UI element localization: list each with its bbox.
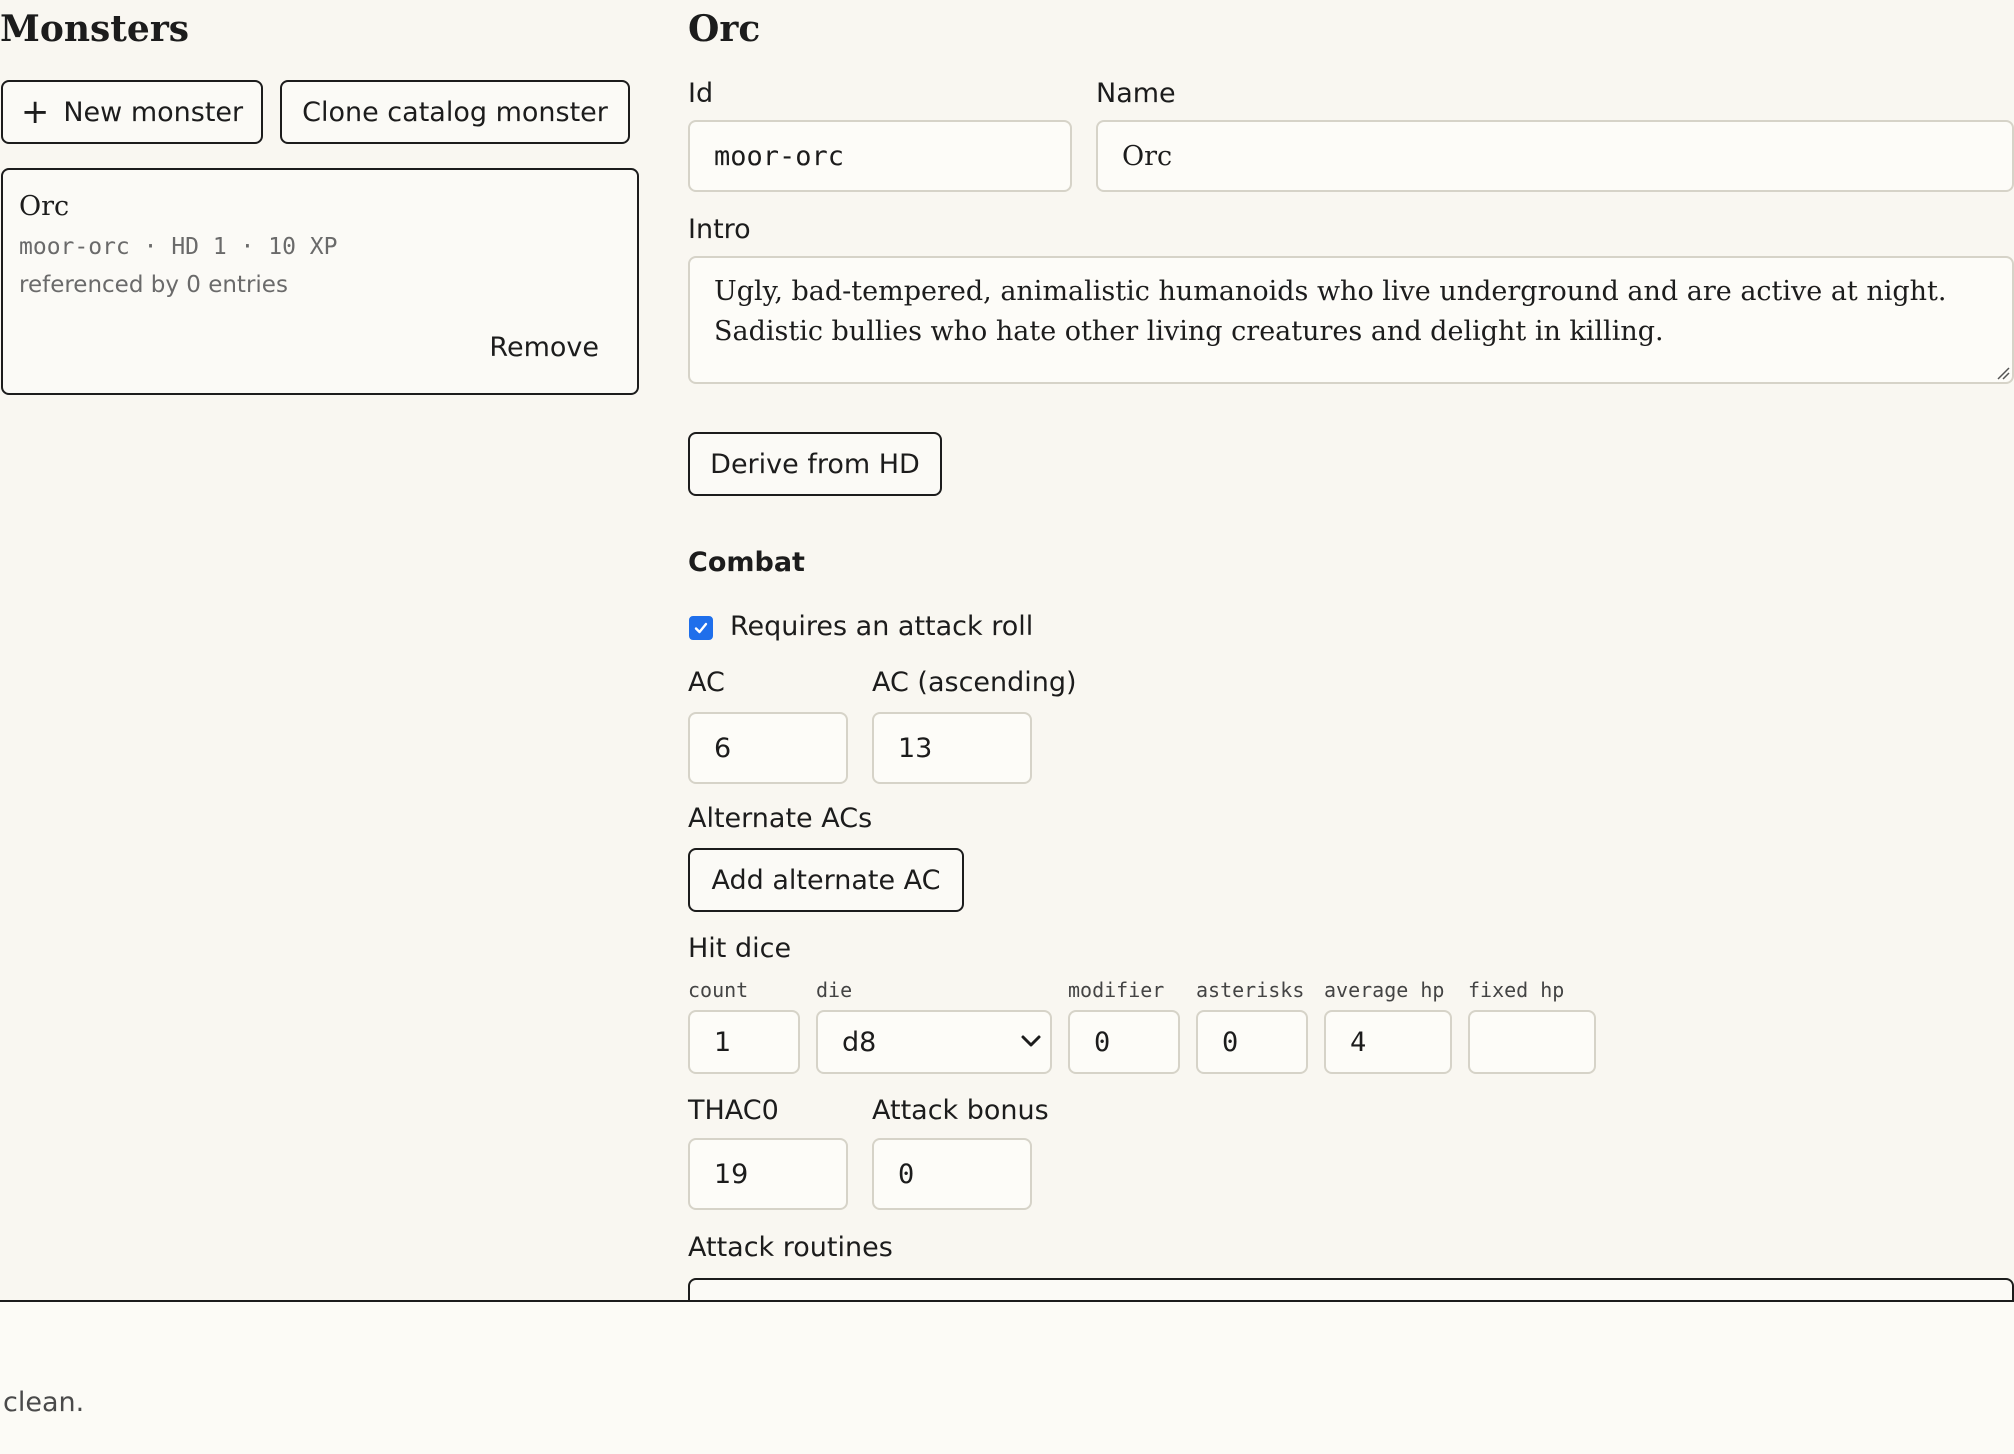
name-label: Name (1096, 78, 1176, 109)
intro-textarea[interactable]: Ugly, bad-tempered, animalistic humanoid… (688, 256, 2014, 384)
hd-modifier-input[interactable] (1068, 1010, 1180, 1074)
hd-die-label: die (816, 978, 853, 1002)
hd-asterisks-label: asterisks (1196, 978, 1305, 1002)
id-label: Id (688, 78, 714, 109)
ac-ascending-input[interactable] (872, 712, 1032, 784)
monster-name: Orc (19, 191, 70, 222)
derive-from-hd-button[interactable]: Derive from HD (688, 432, 942, 496)
hd-die-selected-value: d8 (842, 1027, 877, 1058)
status-panel: clean. (0, 1300, 2014, 1454)
ac-input[interactable] (688, 712, 848, 784)
monsters-title: Monsters (0, 8, 190, 50)
hd-asterisks-input[interactable] (1196, 1010, 1308, 1074)
attack-bonus-input[interactable] (872, 1138, 1032, 1210)
intro-label: Intro (688, 214, 751, 245)
plus-icon: + (20, 92, 50, 132)
attack-roll-checkbox[interactable] (689, 616, 713, 640)
attack-roll-label[interactable]: Requires an attack roll (730, 610, 1033, 644)
add-alternate-ac-button[interactable]: Add alternate AC (688, 848, 964, 912)
name-input[interactable] (1096, 120, 2014, 192)
hd-die-select[interactable]: d8 (816, 1010, 1052, 1074)
combat-heading: Combat (688, 547, 805, 578)
hd-fixed-hp-input[interactable] (1468, 1010, 1596, 1074)
hd-modifier-label: modifier (1068, 978, 1165, 1002)
ac-label: AC (688, 667, 725, 698)
hd-count-label: count (688, 978, 749, 1002)
ac-ascending-label: AC (ascending) (872, 667, 1077, 698)
hd-average-hp-input[interactable] (1324, 1010, 1452, 1074)
new-monster-label: New monster (63, 96, 244, 128)
hd-average-hp-label: average hp (1324, 978, 1445, 1002)
thaco-input[interactable] (688, 1138, 848, 1210)
status-text: clean. (3, 1387, 85, 1418)
checkmark-icon (694, 622, 708, 634)
attack-routines-label: Attack routines (688, 1232, 893, 1263)
alternate-acs-label: Alternate ACs (688, 803, 873, 834)
clone-catalog-monster-button[interactable]: Clone catalog monster (280, 80, 630, 144)
monster-list-item[interactable]: Orc moor-orc · HD 1 · 10 XP referenced b… (1, 168, 639, 395)
remove-monster-button[interactable]: Remove (489, 330, 599, 366)
attack-bonus-label: Attack bonus (872, 1095, 1049, 1126)
scroll-viewport[interactable]: Monsters + New monster Clone catalog mon… (0, 0, 2014, 1300)
hd-count-input[interactable] (688, 1010, 800, 1074)
hd-fixed-hp-label: fixed hp (1468, 978, 1565, 1002)
chevron-down-icon (1021, 1035, 1041, 1047)
thaco-label: THAC0 (688, 1095, 779, 1126)
attack-routines-panel[interactable] (688, 1278, 2014, 1300)
new-monster-button[interactable]: + New monster (1, 80, 263, 144)
id-input[interactable] (688, 120, 1072, 192)
hit-dice-label: Hit dice (688, 933, 792, 964)
monster-meta: moor-orc · HD 1 · 10 XP (19, 234, 338, 260)
monster-references: referenced by 0 entries (19, 272, 288, 298)
editor-title: Orc (688, 8, 761, 50)
